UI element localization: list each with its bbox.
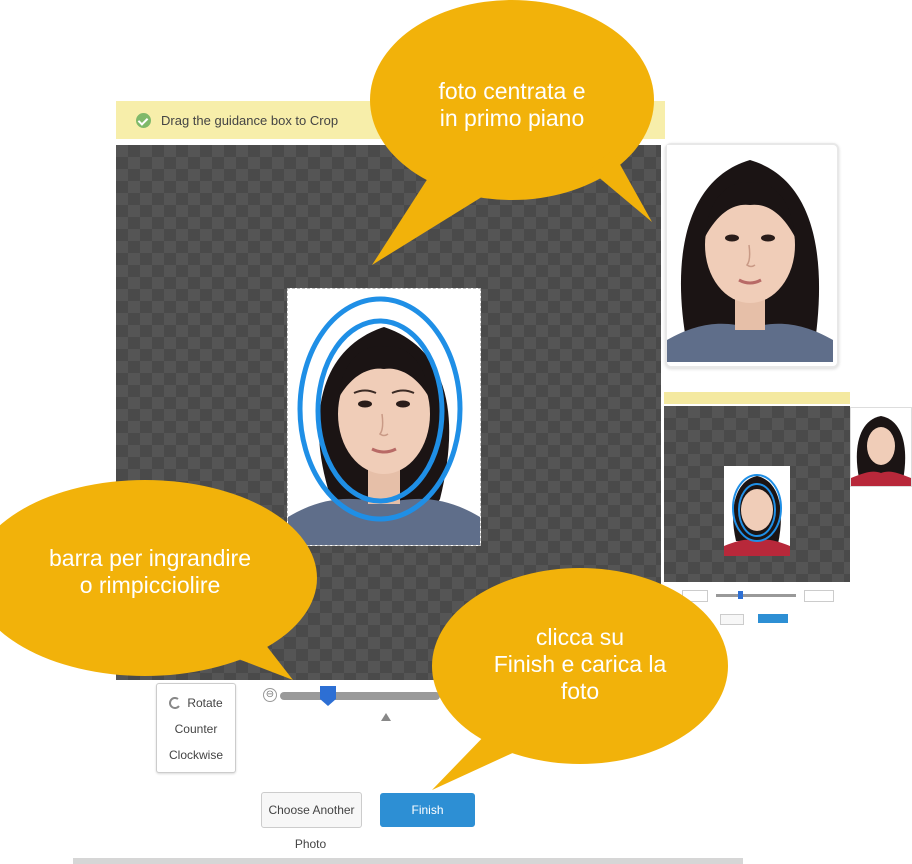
bubble-top-text: foto centrata e in primo piano: [438, 78, 586, 131]
bubble-top: [370, 0, 654, 265]
bubble-right-text: clicca su Finish e carica la foto: [493, 624, 667, 704]
bubble-left-text: barra per ingrandire o rimpicciolire: [48, 545, 251, 598]
